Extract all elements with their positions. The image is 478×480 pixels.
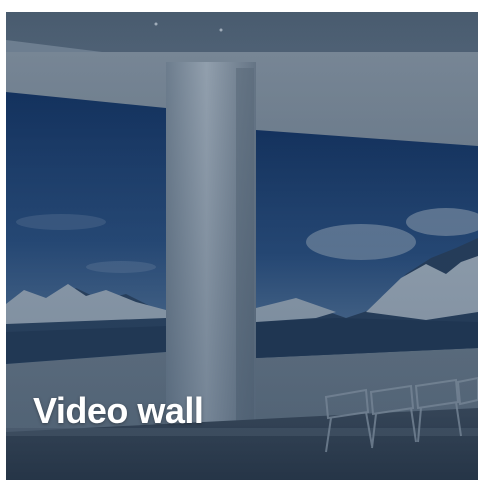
video-wall-tile[interactable]: Video wall [6, 12, 478, 480]
tile-title: Video wall [33, 390, 204, 431]
